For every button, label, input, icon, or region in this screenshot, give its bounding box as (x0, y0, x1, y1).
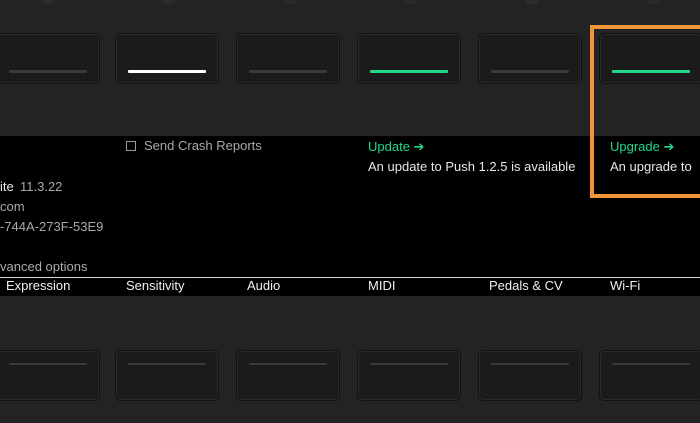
tab-midi[interactable]: MIDI (368, 278, 395, 293)
pad-indicator (128, 363, 206, 365)
top-pad-3[interactable] (236, 33, 340, 84)
email-fragment: com (0, 199, 25, 214)
pad-indicator (491, 70, 569, 73)
tab-sensitivity[interactable]: Sensitivity (126, 278, 185, 293)
upgrade-message: An upgrade to (610, 159, 692, 174)
send-crash-reports-checkbox[interactable] (126, 141, 136, 151)
pad-indicator (128, 70, 206, 73)
pad-indicator (9, 70, 87, 73)
top-pad-6[interactable] (599, 33, 700, 84)
tab-divider (0, 277, 700, 278)
bottom-pad-4[interactable] (357, 350, 461, 401)
bottom-pad-5[interactable] (478, 350, 582, 401)
pad-indicator (249, 70, 327, 73)
serial-number: -744A-273F-53E9 (0, 219, 104, 234)
pad-indicator (491, 363, 569, 365)
pad-indicator (249, 363, 327, 365)
tab-expression[interactable]: Expression (6, 278, 70, 293)
arrow-right-icon: ➔ (413, 139, 425, 154)
top-pad-1[interactable] (0, 33, 100, 84)
top-pad-2[interactable] (115, 33, 219, 84)
update-message: An update to Push 1.2.5 is available (368, 159, 576, 174)
knob[interactable] (162, 0, 176, 4)
update-link[interactable]: Update ➔ (368, 139, 424, 155)
bottom-pad-6[interactable] (599, 350, 700, 401)
tab-pedals-cv[interactable]: Pedals & CV (489, 278, 563, 293)
knob[interactable] (525, 0, 539, 4)
advanced-options-link[interactable]: vanced options (0, 259, 87, 274)
pad-indicator (370, 363, 448, 365)
pad-indicator (370, 70, 448, 73)
arrow-right-icon: ➔ (663, 139, 675, 154)
bottom-pad-2[interactable] (115, 350, 219, 401)
bottom-pad-1[interactable] (0, 350, 100, 401)
knob[interactable] (646, 0, 660, 4)
bottom-pad-3[interactable] (236, 350, 340, 401)
top-pad-5[interactable] (478, 33, 582, 84)
device-display: Send Crash Reports Update ➔ An update to… (0, 136, 700, 296)
pad-indicator (9, 363, 87, 365)
live-version-value: 11.3.22 (20, 179, 63, 194)
pad-indicator (612, 70, 690, 73)
pad-indicator (612, 363, 690, 365)
knob[interactable] (41, 0, 55, 4)
tab-audio[interactable]: Audio (247, 278, 280, 293)
send-crash-reports-label: Send Crash Reports (144, 138, 262, 153)
top-pad-4[interactable] (357, 33, 461, 84)
top-knob-row (0, 0, 700, 8)
upgrade-link-label: Upgrade (610, 139, 660, 154)
update-link-label: Update (368, 139, 410, 154)
tab-wifi[interactable]: Wi-Fi (610, 278, 640, 293)
live-version-label: ite (0, 179, 14, 194)
upgrade-link[interactable]: Upgrade ➔ (610, 139, 674, 155)
knob[interactable] (404, 0, 418, 4)
knob[interactable] (283, 0, 297, 4)
